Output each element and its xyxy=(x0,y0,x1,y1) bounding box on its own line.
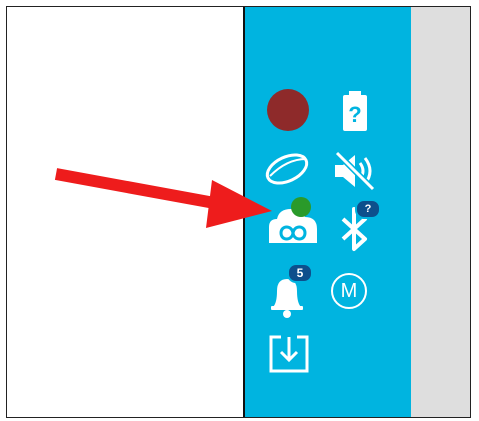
speaker-muted-icon[interactable] xyxy=(329,149,379,193)
download-tray-icon[interactable] xyxy=(265,331,313,375)
system-tray: ? ? 5 M xyxy=(245,7,411,417)
notifications-count-badge: 5 xyxy=(287,263,313,283)
screenshot-frame: ? ? 5 M xyxy=(6,6,471,418)
left-pane xyxy=(7,7,243,417)
record-icon[interactable] xyxy=(267,89,309,131)
right-pane xyxy=(411,7,470,417)
battery-icon[interactable]: ? xyxy=(335,89,375,133)
m-circle-icon[interactable]: M xyxy=(331,273,367,309)
cloud-status-indicator xyxy=(291,197,311,217)
bluetooth-badge: ? xyxy=(355,199,381,219)
contact-lens-icon[interactable] xyxy=(260,149,315,189)
battery-question-mark: ? xyxy=(348,102,361,127)
